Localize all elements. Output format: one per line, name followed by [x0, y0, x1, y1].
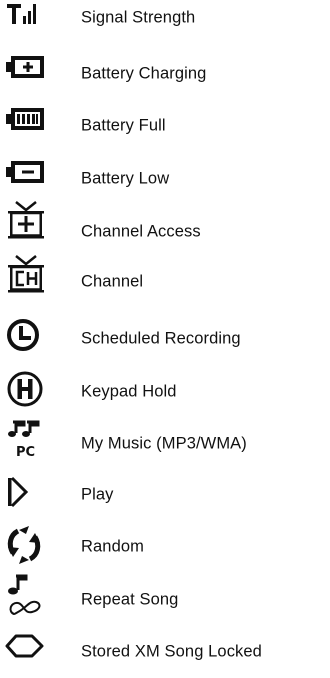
legend-label: My Music (MP3/WMA)	[81, 434, 247, 453]
legend-item: Random	[0, 521, 330, 573]
legend-label: Random	[81, 537, 144, 556]
legend-label: Battery Low	[81, 169, 170, 188]
legend-item: Channel	[0, 255, 330, 308]
channel-icon	[4, 250, 48, 294]
legend-label: Scheduled Recording	[81, 329, 241, 348]
icon-legend: Signal Strength Battery Charging Battery…	[0, 0, 330, 676]
battery-low-icon	[4, 155, 48, 199]
legend-label: Repeat Song	[81, 590, 179, 609]
battery-charging-icon	[4, 50, 48, 94]
legend-item: Signal Strength	[0, 0, 330, 44]
legend-label: Play	[81, 485, 114, 504]
legend-item: PC My Music (MP3/WMA)	[0, 418, 330, 470]
legend-label: Channel Access	[81, 222, 201, 241]
repeat-song-icon	[4, 574, 48, 618]
legend-item: Battery Full	[0, 100, 330, 152]
legend-label: Battery Full	[81, 116, 166, 135]
music-pc-icon: PC	[4, 418, 48, 462]
legend-label: Stored XM Song Locked	[81, 642, 262, 661]
legend-label: Keypad Hold	[81, 382, 177, 401]
legend-item: Battery Charging	[0, 48, 330, 100]
legend-item: Battery Low	[0, 153, 330, 205]
clock-icon	[4, 315, 48, 359]
legend-label: Channel	[81, 272, 144, 291]
svg-text:PC: PC	[16, 445, 35, 460]
xm-song-locked-icon	[4, 630, 48, 674]
legend-label: Signal Strength	[81, 8, 196, 27]
channel-access-icon	[4, 196, 48, 240]
legend-item: Stored XM Song Locked	[0, 626, 330, 678]
battery-full-icon	[4, 102, 48, 146]
legend-item: Play	[0, 469, 330, 521]
play-icon	[4, 473, 48, 517]
legend-label: Battery Charging	[81, 64, 207, 83]
hold-icon	[4, 368, 48, 412]
legend-item: Channel Access	[0, 201, 330, 258]
legend-item: Scheduled Recording	[0, 313, 330, 365]
legend-item: Repeat Song	[0, 574, 330, 626]
random-icon	[4, 523, 48, 567]
legend-item: Keypad Hold	[0, 366, 330, 418]
signal-strength-icon	[4, 0, 48, 44]
